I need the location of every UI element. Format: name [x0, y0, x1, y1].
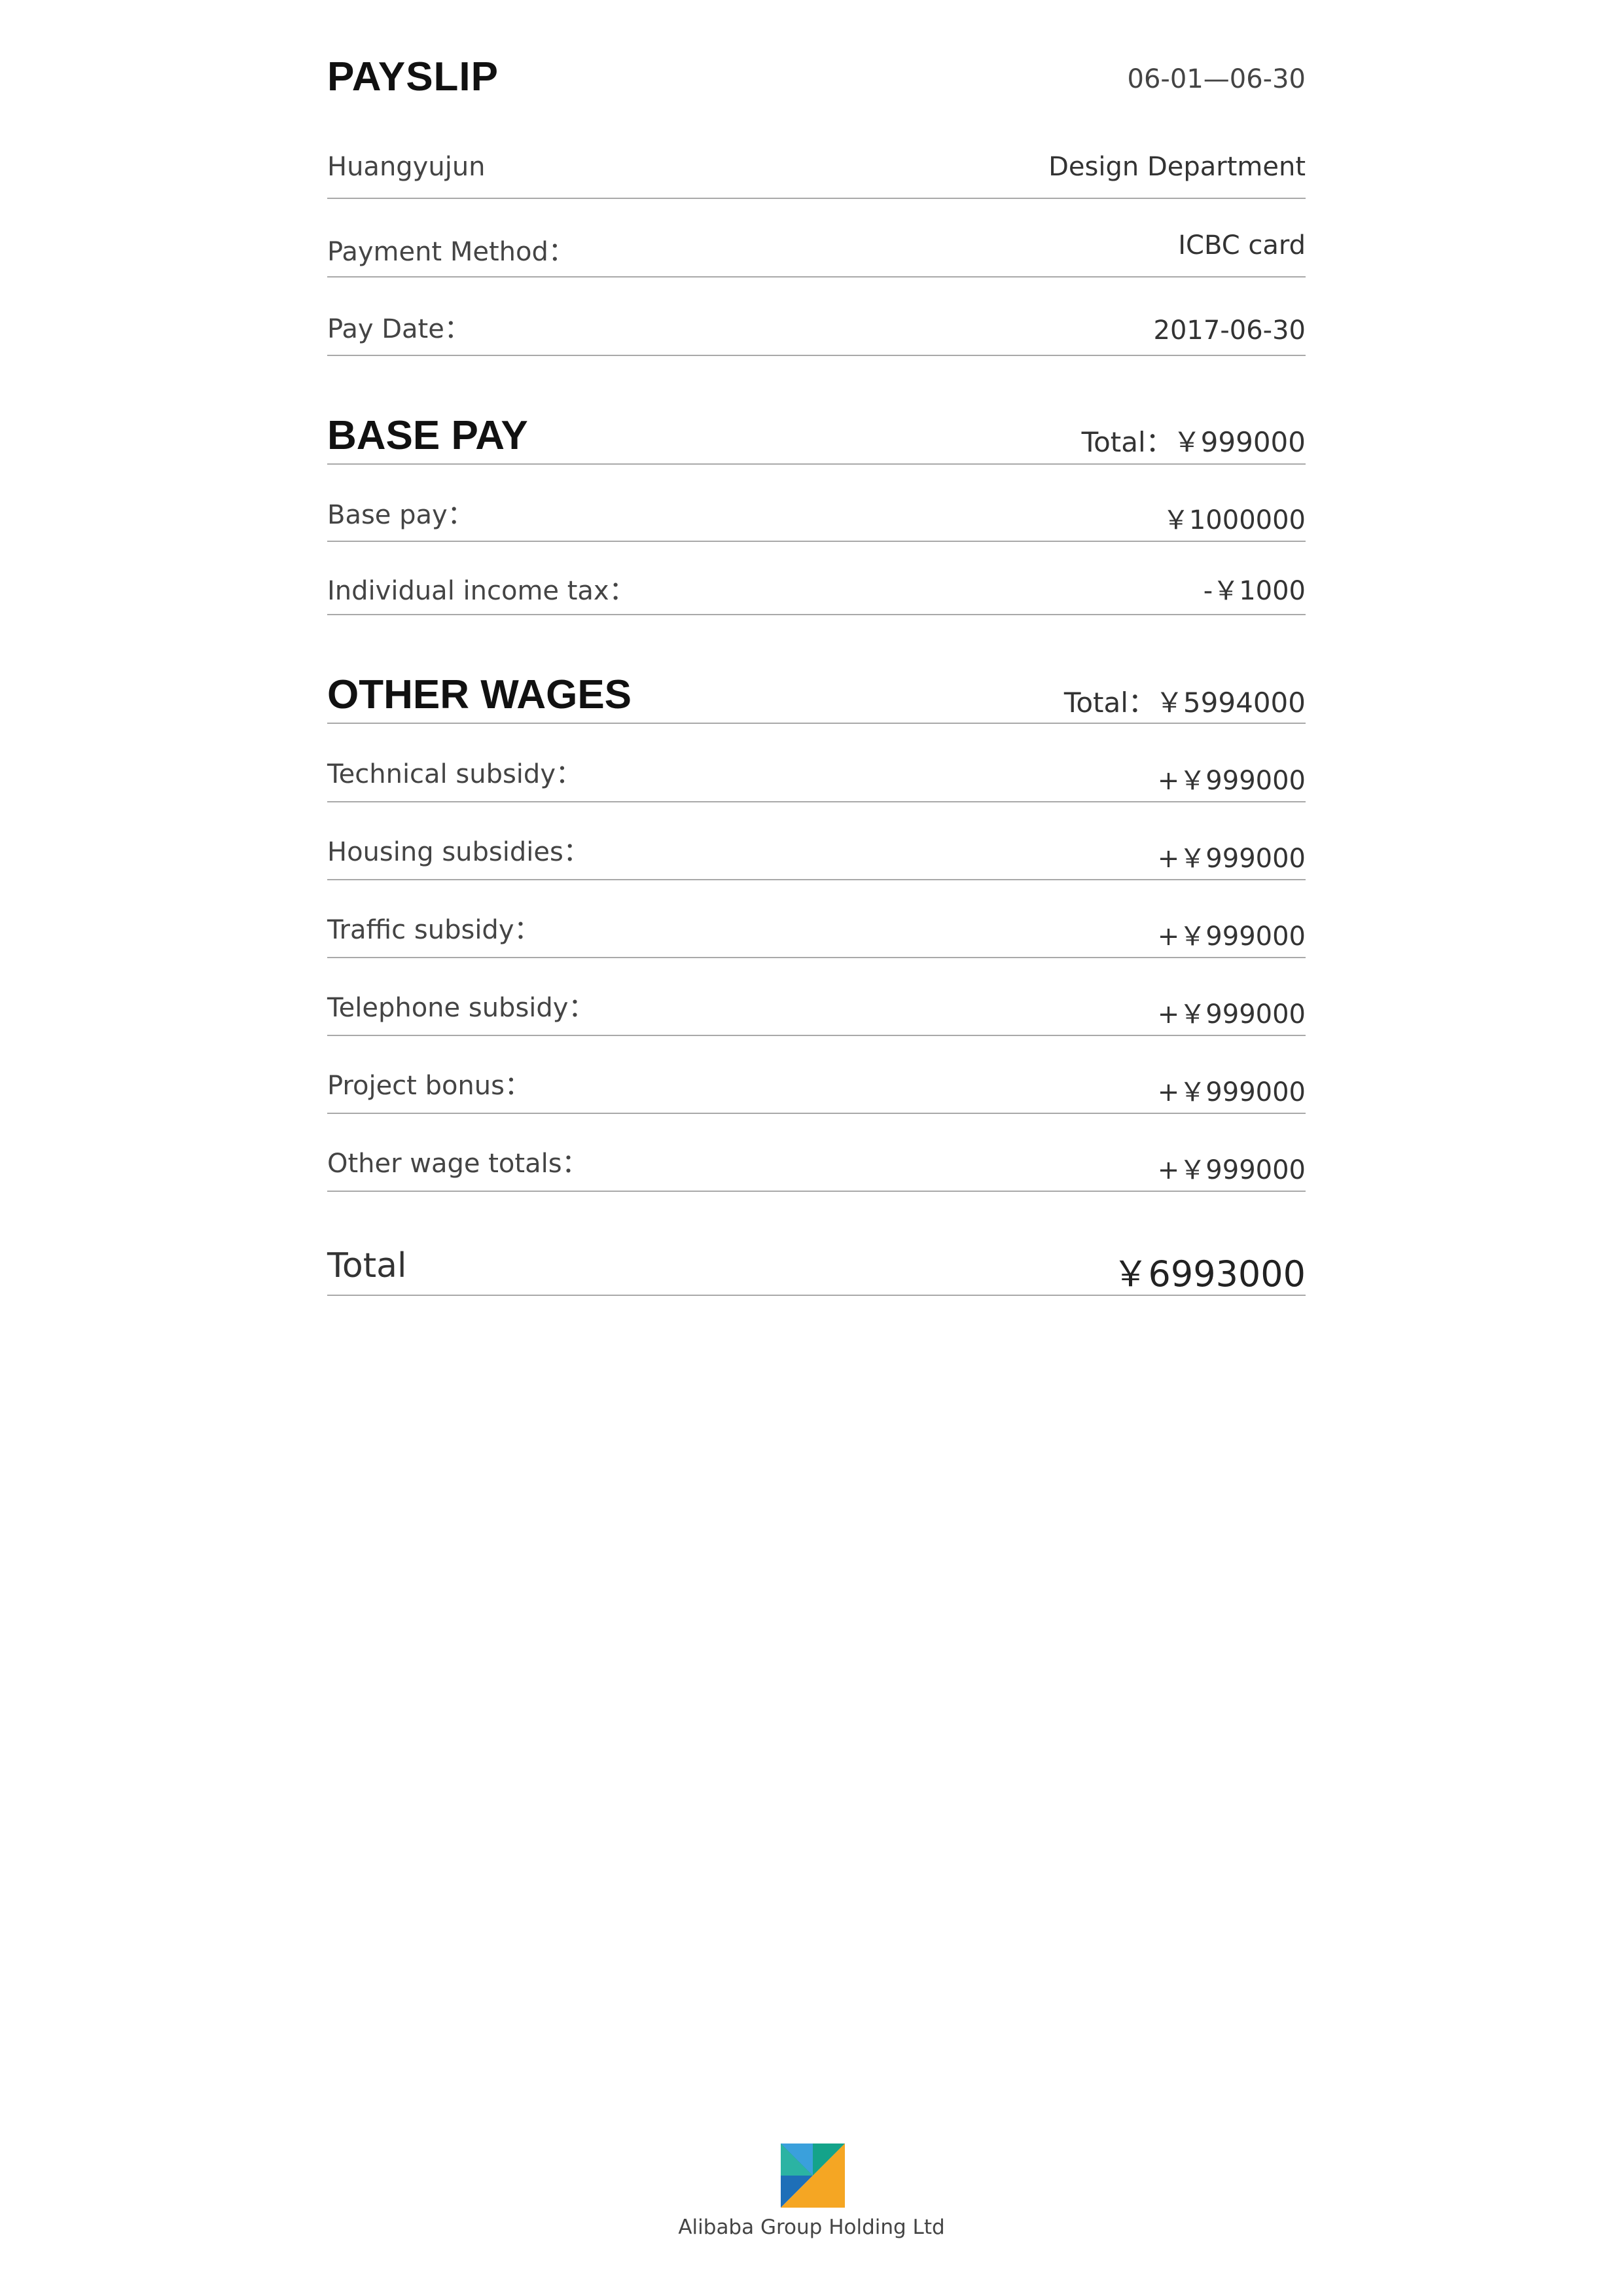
list-item: Base pay： ￥1000000 — [327, 490, 1306, 542]
base-pay-title: BASE PAY — [327, 413, 528, 458]
employee-row: Huangyujun Design Department — [327, 149, 1306, 199]
grand-total-row: Total ￥6993000 — [327, 1237, 1306, 1296]
list-item: Traffic subsidy： +￥999000 — [327, 906, 1306, 958]
pay-date-label: Pay Date： — [327, 314, 471, 344]
item-value: +￥999000 — [1157, 1077, 1306, 1107]
department: Design Department — [1048, 152, 1306, 182]
payment-method-value: ICBC card — [1178, 230, 1306, 260]
list-item: Housing subsidies： +￥999000 — [327, 828, 1306, 880]
list-item: Individual income tax： -￥1000 — [327, 567, 1306, 615]
item-label: Other wage totals： — [327, 1149, 588, 1179]
item-label: Technical subsidy： — [327, 759, 582, 789]
grand-total-value: ￥6993000 — [1113, 1253, 1306, 1295]
alibaba-logo-icon — [781, 2144, 845, 2208]
item-value: ￥1000000 — [1162, 505, 1306, 535]
employee-name: Huangyujun — [327, 152, 486, 182]
pay-date-value: 2017-06-30 — [1153, 315, 1306, 346]
item-value: +￥999000 — [1157, 766, 1306, 796]
payment-method-row: Payment Method： ICBC card — [327, 228, 1306, 278]
item-value: +￥999000 — [1157, 844, 1306, 874]
title-row: PAYSLIP 06-01—06-30 — [327, 54, 1306, 113]
item-label: Base pay： — [327, 500, 474, 530]
pay-period: 06-01—06-30 — [1127, 64, 1306, 94]
list-item: Project bonus： +￥999000 — [327, 1062, 1306, 1114]
item-value: +￥999000 — [1157, 999, 1306, 1030]
item-value: +￥999000 — [1157, 922, 1306, 952]
list-item: Telephone subsidy： +￥999000 — [327, 984, 1306, 1036]
base-pay-header: BASE PAY Total：￥999000 — [327, 406, 1306, 465]
item-label: Individual income tax： — [327, 576, 635, 606]
list-item: Other wage totals： +￥999000 — [327, 1139, 1306, 1192]
item-label: Traffic subsidy： — [327, 915, 541, 945]
other-wages-header: OTHER WAGES Total：￥5994000 — [327, 665, 1306, 724]
item-label: Project bonus： — [327, 1071, 531, 1101]
company-name: Alibaba Group Holding Ltd — [678, 2215, 945, 2239]
item-value: +￥999000 — [1157, 1155, 1306, 1185]
item-label: Housing subsidies： — [327, 837, 590, 867]
other-wages-title: OTHER WAGES — [327, 672, 632, 717]
item-value: -￥1000 — [1203, 576, 1306, 606]
base-pay-total: Total：￥999000 — [1081, 426, 1306, 458]
other-wages-total: Total：￥5994000 — [1063, 687, 1306, 719]
pay-date-row: Pay Date： 2017-06-30 — [327, 306, 1306, 356]
payment-method-label: Payment Method： — [327, 237, 575, 267]
item-label: Telephone subsidy： — [327, 993, 595, 1023]
page-title: PAYSLIP — [327, 54, 499, 99]
list-item: Technical subsidy： +￥999000 — [327, 750, 1306, 802]
grand-total-label: Total — [327, 1246, 407, 1285]
